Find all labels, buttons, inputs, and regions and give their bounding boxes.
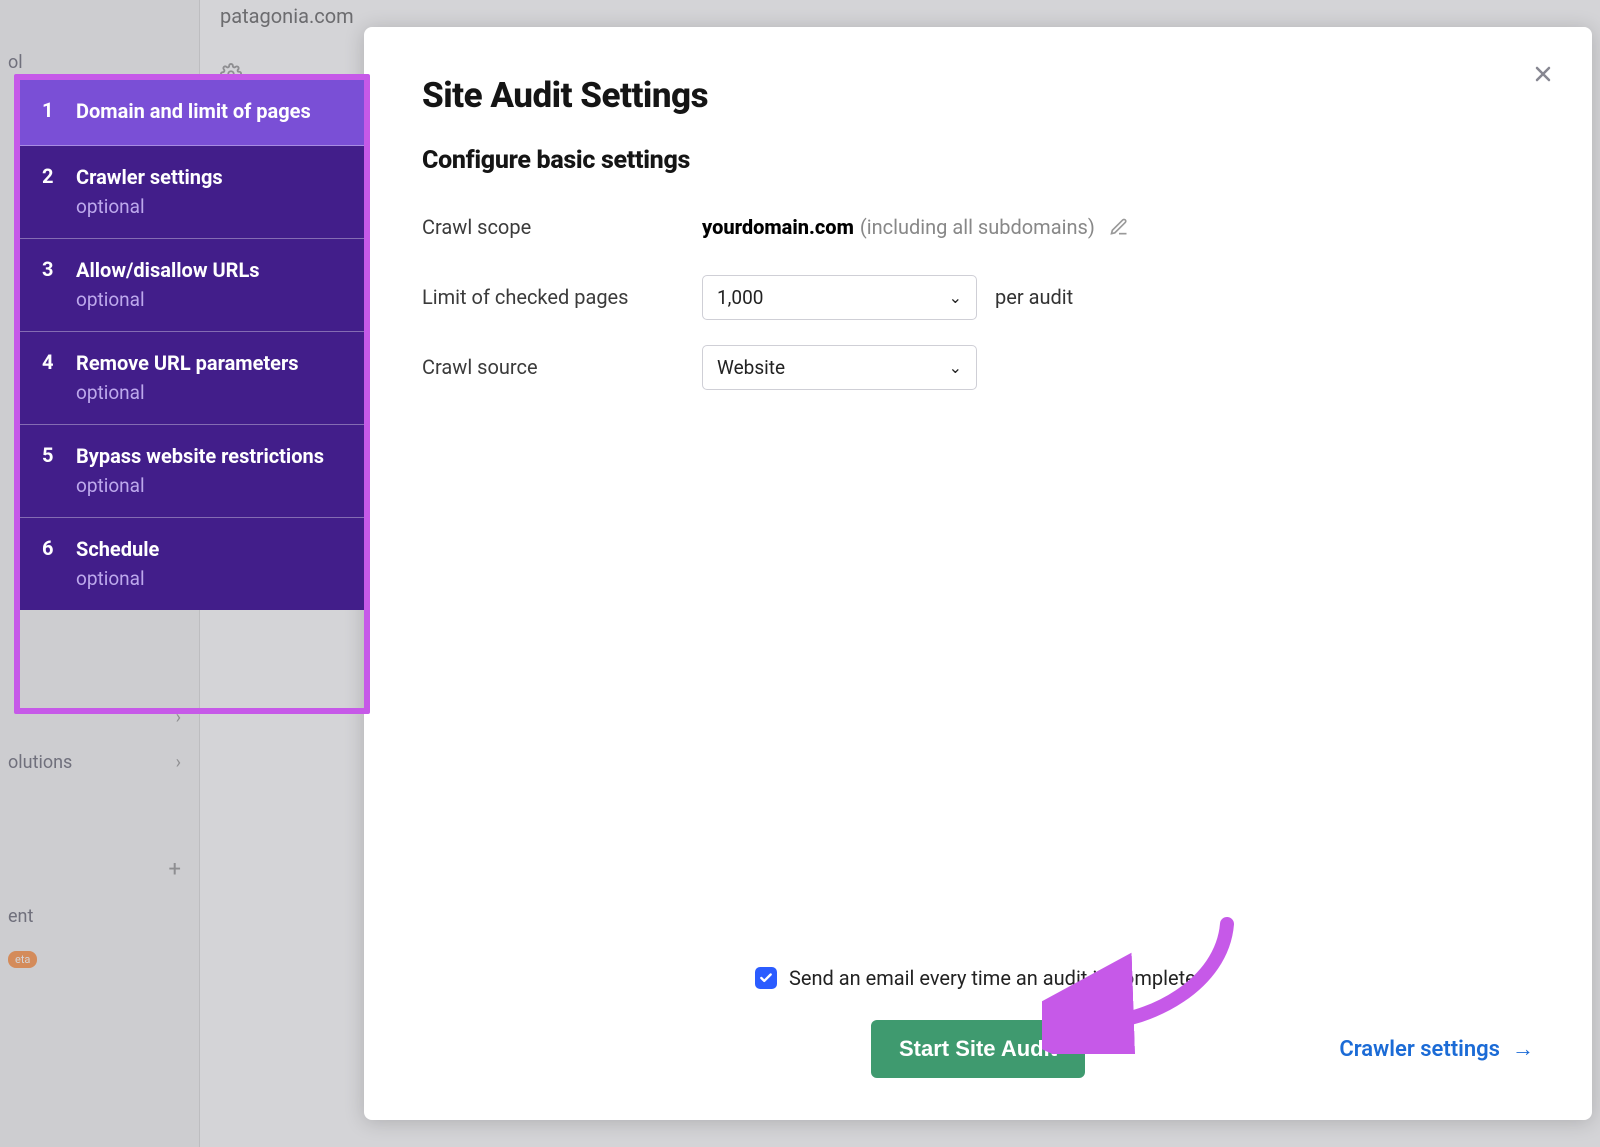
step-number: 2 (42, 164, 76, 188)
modal-subtitle: Configure basic settings (422, 146, 1534, 175)
step-number: 4 (42, 350, 76, 374)
modal-title: Site Audit Settings (422, 75, 1534, 116)
crawl-scope-label: Crawl scope (422, 215, 702, 239)
step-number: 3 (42, 257, 76, 281)
wizard-step-5[interactable]: 5Bypass website restrictions optional (20, 425, 364, 518)
step-number: 5 (42, 443, 76, 467)
step-sublabel: optional (76, 195, 342, 218)
step-number: 1 (42, 98, 76, 122)
wizard-step-3[interactable]: 3Allow/disallow URLs optional (20, 239, 364, 332)
crawler-settings-link[interactable]: Crawler settings → (1339, 1036, 1534, 1062)
step-label: Domain and limit of pages (76, 98, 342, 125)
settings-modal: Site Audit Settings Configure basic sett… (364, 27, 1592, 1120)
step-sublabel: optional (76, 288, 342, 311)
crawl-scope-value: yourdomain.com(including all subdomains) (702, 215, 1129, 239)
wizard-step-6[interactable]: 6Schedule optional (20, 518, 364, 610)
arrow-right-icon: → (1512, 1036, 1534, 1062)
step-label: Schedule (76, 536, 342, 563)
step-sublabel: optional (76, 381, 342, 404)
wizard-steps-nav: 1Domain and limit of pages2Crawler setti… (20, 80, 364, 610)
wizard-step-1[interactable]: 1Domain and limit of pages (20, 80, 364, 146)
email-label: Send an email every time an audit is com… (789, 966, 1201, 990)
start-audit-button[interactable]: Start Site Audit (871, 1020, 1085, 1078)
modal-footer: Send an email every time an audit is com… (422, 966, 1534, 1078)
source-label: Crawl source (422, 355, 702, 379)
source-select[interactable]: Website ⌄ (702, 345, 977, 390)
chevron-down-icon: ⌄ (949, 288, 962, 307)
email-checkbox[interactable] (755, 967, 777, 989)
per-audit-label: per audit (995, 285, 1073, 309)
close-button[interactable] (1524, 55, 1562, 93)
step-label: Remove URL parameters (76, 350, 342, 377)
step-label: Bypass website restrictions (76, 443, 342, 470)
step-sublabel: optional (76, 474, 342, 497)
step-sublabel: optional (76, 567, 342, 590)
step-label: Crawler settings (76, 164, 342, 191)
step-label: Allow/disallow URLs (76, 257, 342, 284)
edit-icon[interactable] (1109, 217, 1129, 237)
limit-select[interactable]: 1,000 ⌄ (702, 275, 977, 320)
limit-label: Limit of checked pages (422, 285, 702, 309)
settings-form: Crawl scope yourdomain.com(including all… (422, 201, 1534, 393)
step-number: 6 (42, 536, 76, 560)
wizard-step-2[interactable]: 2Crawler settings optional (20, 146, 364, 239)
wizard-step-4[interactable]: 4Remove URL parameters optional (20, 332, 364, 425)
chevron-down-icon: ⌄ (949, 358, 962, 377)
